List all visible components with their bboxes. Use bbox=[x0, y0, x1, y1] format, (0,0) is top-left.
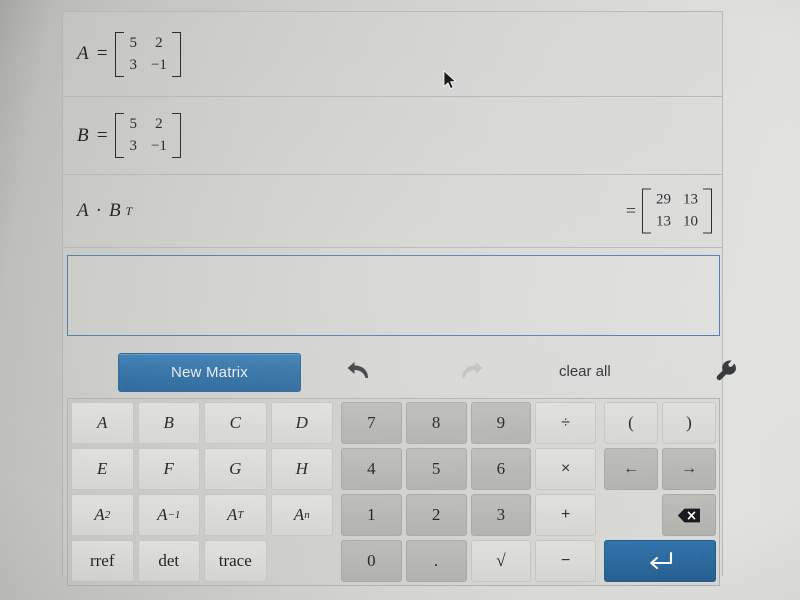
settings-button[interactable] bbox=[706, 354, 748, 388]
key-square-root[interactable]: √ bbox=[470, 540, 532, 582]
key-1[interactable]: 1 bbox=[341, 494, 402, 536]
result-cell-11: 10 bbox=[683, 213, 698, 230]
matrix-a-expression: A = 5 2 3 −1 bbox=[77, 31, 181, 77]
expression-left: A · BT bbox=[77, 200, 132, 222]
bracket-left-icon bbox=[642, 188, 651, 234]
matrix-a-cell-10: 3 bbox=[129, 56, 137, 73]
wrench-icon bbox=[716, 360, 736, 381]
matrix-a-equals: = bbox=[95, 43, 109, 64]
matrix-row-a[interactable]: A = 5 2 3 −1 bbox=[63, 11, 722, 97]
redo-button[interactable] bbox=[449, 354, 491, 388]
key-arrow-right[interactable]: → bbox=[662, 448, 716, 490]
expression-row[interactable]: A · BT = 29 13 13 10 bbox=[63, 175, 722, 248]
result-cell-01: 13 bbox=[683, 191, 698, 208]
key-plus[interactable]: + bbox=[535, 494, 596, 536]
clear-all-button[interactable]: clear all bbox=[559, 354, 611, 388]
toolbar: New Matrix clear all bbox=[63, 342, 736, 398]
expression-operand-a: A bbox=[77, 200, 89, 221]
key-0[interactable]: 0 bbox=[341, 540, 402, 582]
undo-icon bbox=[347, 362, 368, 378]
key-transpose[interactable]: AT bbox=[204, 494, 267, 536]
matrix-b-cell-10: 3 bbox=[129, 138, 137, 154]
matrix-b-cell-00: 5 bbox=[129, 116, 137, 132]
key-8[interactable]: 8 bbox=[405, 402, 467, 444]
matrix-a-cell-01: 2 bbox=[155, 34, 163, 51]
key-matrix-e[interactable]: E bbox=[71, 448, 134, 490]
keypad-functions: A B C D E F G H A2 A −1 AT An rref det tr… bbox=[71, 402, 333, 582]
bracket-right-icon bbox=[171, 113, 181, 158]
key-matrix-c[interactable]: C bbox=[204, 402, 267, 444]
bracket-left-icon bbox=[115, 31, 125, 77]
key-3[interactable]: 3 bbox=[470, 494, 532, 536]
matrix-a-cell-00: 5 bbox=[129, 34, 137, 51]
enter-return-icon bbox=[650, 551, 673, 570]
key-squared[interactable]: A2 bbox=[71, 494, 134, 536]
keypad-numeric: 7 8 9 ÷ 4 5 6 × 1 2 3 + 0 . √ − bbox=[341, 402, 596, 582]
matrix-b-equals: = bbox=[95, 124, 109, 146]
arrow-left-icon: ← bbox=[623, 460, 639, 477]
key-det[interactable]: det bbox=[137, 540, 200, 582]
result-matrix: 29 13 13 10 bbox=[642, 188, 712, 234]
matrix-a-values: 5 2 3 −1 bbox=[115, 31, 181, 77]
key-matrix-a[interactable]: A bbox=[71, 402, 134, 444]
keypad-controls: ( ) ← → bbox=[604, 402, 716, 582]
bracket-left-icon bbox=[115, 113, 125, 158]
backspace-icon bbox=[677, 508, 700, 522]
key-arrow-left[interactable]: ← bbox=[604, 448, 658, 490]
key-9[interactable]: 9 bbox=[470, 402, 532, 444]
key-5[interactable]: 5 bbox=[405, 448, 467, 490]
key-backspace[interactable] bbox=[662, 494, 716, 536]
key-7[interactable]: 7 bbox=[341, 402, 402, 444]
matrix-b-cell-01: 2 bbox=[155, 116, 163, 132]
key-matrix-f[interactable]: F bbox=[137, 448, 200, 490]
matrix-row-b[interactable]: B = 5 2 3 −1 bbox=[63, 97, 722, 175]
arrow-right-icon: → bbox=[681, 460, 697, 477]
matrix-b-cell-11: −1 bbox=[150, 138, 167, 154]
expression-operand-b: B bbox=[108, 200, 121, 221]
key-rref[interactable]: rref bbox=[71, 540, 134, 582]
expression-operand-b-superscript: T bbox=[125, 203, 133, 218]
key-multiply[interactable]: × bbox=[535, 448, 596, 490]
key-inverse[interactable]: A −1 bbox=[137, 494, 200, 536]
key-trace[interactable]: trace bbox=[204, 540, 267, 582]
key-paren-close[interactable]: ) bbox=[662, 402, 716, 444]
bracket-right-icon bbox=[171, 31, 181, 77]
redo-icon bbox=[462, 362, 483, 378]
expression-result: = 29 13 13 10 bbox=[625, 188, 712, 234]
result-cell-10: 13 bbox=[656, 213, 671, 230]
expression-input-field[interactable] bbox=[67, 255, 720, 336]
matrix-b-label: B bbox=[77, 124, 89, 146]
key-matrix-h[interactable]: H bbox=[270, 448, 333, 490]
matrix-a-cell-11: −1 bbox=[150, 56, 167, 73]
key-matrix-g[interactable]: G bbox=[204, 448, 267, 490]
bracket-right-icon bbox=[703, 188, 712, 234]
result-cell-00: 29 bbox=[656, 191, 671, 208]
undo-button[interactable] bbox=[339, 354, 381, 388]
key-2[interactable]: 2 bbox=[405, 494, 467, 536]
key-power-n[interactable]: An bbox=[270, 494, 333, 536]
matrix-calculator-app: A = 5 2 3 −1 B = 5 2 3 −1 A · B T = 29 1… bbox=[62, 11, 736, 586]
key-decimal-point[interactable]: . bbox=[405, 540, 467, 582]
matrix-b-expression: B = 5 2 3 −1 bbox=[77, 113, 181, 158]
key-enter[interactable] bbox=[604, 540, 716, 582]
expression-operator: · bbox=[95, 200, 102, 221]
key-matrix-b[interactable]: B bbox=[137, 402, 200, 444]
expression-equals: = bbox=[625, 200, 636, 221]
key-matrix-d[interactable]: D bbox=[270, 402, 333, 444]
key-6[interactable]: 6 bbox=[470, 448, 532, 490]
keypad: A B C D E F G H A2 A −1 AT An rref det tr… bbox=[67, 398, 720, 586]
key-divide[interactable]: ÷ bbox=[535, 402, 596, 444]
key-empty-slot bbox=[271, 540, 334, 582]
new-matrix-button[interactable]: New Matrix bbox=[118, 353, 301, 392]
key-paren-open[interactable]: ( bbox=[604, 402, 658, 444]
matrix-b-values: 5 2 3 −1 bbox=[115, 113, 181, 158]
key-4[interactable]: 4 bbox=[341, 448, 402, 490]
key-minus[interactable]: − bbox=[535, 540, 596, 582]
matrix-a-label: A bbox=[77, 43, 89, 64]
